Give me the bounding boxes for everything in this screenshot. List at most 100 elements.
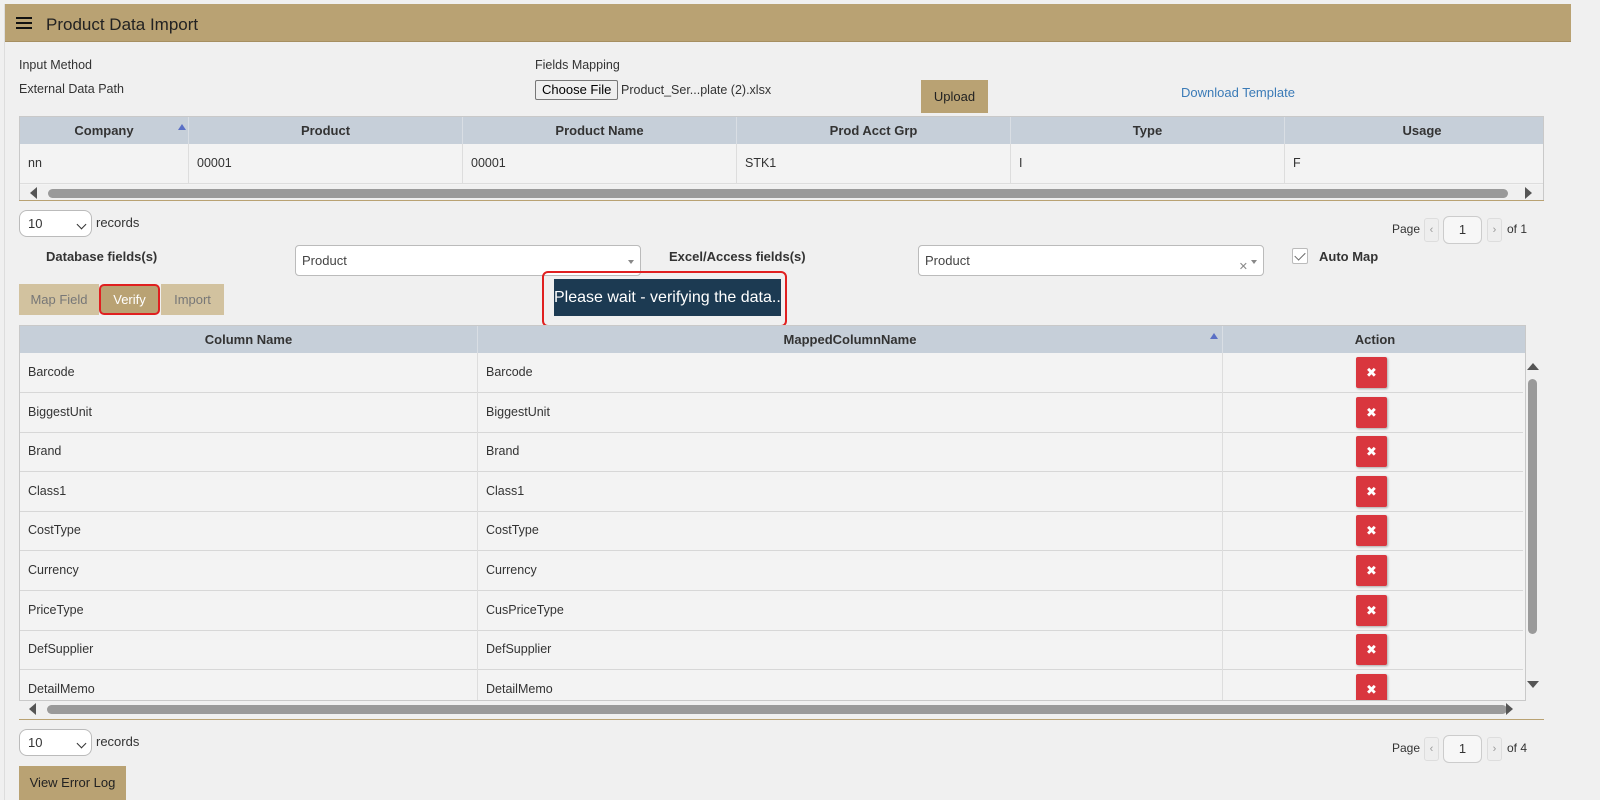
next-page-button[interactable]: › (1487, 218, 1502, 242)
table-row[interactable]: DefSupplier DefSupplier ✖ (20, 630, 1523, 671)
column-header-action: Action (1354, 332, 1396, 347)
scroll-right-icon[interactable] (1525, 187, 1532, 199)
cell-company: nn (20, 144, 189, 184)
page-number-input[interactable]: 1 (1443, 735, 1482, 763)
page-size-select[interactable]: 10 (19, 729, 92, 756)
scroll-down-icon[interactable] (1527, 681, 1539, 688)
mapped-vertical-scrollbar[interactable] (1526, 361, 1540, 696)
column-header-type[interactable]: Type (1011, 117, 1285, 144)
table-row[interactable]: Barcode Barcode ✖ (20, 353, 1523, 393)
cell-prod-acct-grp: STK1 (737, 144, 1011, 184)
title-bar: Product Data Import (5, 4, 1571, 42)
close-icon: ✖ (1366, 563, 1377, 578)
cell-column-name: Barcode (28, 365, 75, 379)
prev-page-button[interactable]: ‹ (1424, 218, 1439, 242)
scrollbar-thumb[interactable] (1528, 379, 1537, 634)
cell-usage: F (1293, 156, 1301, 170)
delete-mapping-button[interactable]: ✖ (1356, 515, 1387, 547)
records-label: records (96, 215, 140, 230)
cell-separator (1222, 551, 1223, 591)
cell-separator (477, 669, 478, 700)
map-field-button[interactable]: Map Field (19, 284, 99, 315)
column-header-company[interactable]: Company (20, 117, 189, 144)
cell-column-name: DetailMemo (28, 681, 95, 696)
table-row[interactable]: Currency Currency ✖ (20, 551, 1523, 591)
dropdown-arrow-icon (1251, 260, 1257, 264)
page-size-select[interactable]: 10 (19, 210, 92, 237)
download-template-link[interactable]: Download Template (1181, 85, 1295, 100)
wait-message: Please wait - verifying the data.... (554, 279, 781, 316)
cell-column-name: CostType (28, 523, 81, 538)
table-row[interactable]: Class1 Class1 ✖ (20, 471, 1523, 512)
mapped-horizontal-scrollbar[interactable] (19, 701, 1526, 717)
table-row[interactable]: nn 00001 00001 STK1 I F (20, 144, 1543, 184)
table-row[interactable]: DetailMemo DetailMemo ✖ (20, 669, 1523, 700)
cell-mapped-column-name: Barcode (486, 365, 533, 379)
menu-icon[interactable] (16, 17, 32, 29)
verify-button[interactable]: Verify (99, 284, 160, 315)
delete-mapping-button[interactable]: ✖ (1356, 436, 1387, 468)
column-header-prod-acct-grp[interactable]: Prod Acct Grp (737, 117, 1011, 144)
cell-product: 00001 (189, 144, 463, 184)
delete-mapping-button[interactable]: ✖ (1356, 396, 1387, 428)
table-row[interactable]: PriceType CusPriceType ✖ (20, 590, 1523, 631)
close-icon: ✖ (1366, 444, 1377, 460)
delete-mapping-button[interactable]: ✖ (1356, 475, 1387, 507)
preview-horizontal-scrollbar[interactable] (20, 185, 1543, 200)
next-page-button[interactable]: › (1487, 737, 1502, 761)
auto-map-checkbox[interactable] (1292, 248, 1308, 264)
scroll-up-icon[interactable] (1527, 363, 1539, 370)
column-header-product-name[interactable]: Product Name (463, 117, 737, 144)
page-label: Page (1392, 222, 1421, 236)
app-window: Product Data Import Input Method Externa… (4, 4, 1571, 800)
selected-file-name: Product_Ser...plate (2).xlsx (621, 83, 772, 97)
excel-fields-label: Excel/Access fields(s) (669, 249, 806, 264)
column-header-mapped-column-name[interactable]: MappedColumnName (478, 326, 1223, 353)
column-header-usage[interactable]: Usage (1285, 117, 1543, 144)
table-row[interactable]: Brand Brand ✖ (20, 432, 1523, 473)
close-icon: ✖ (1366, 404, 1377, 420)
delete-mapping-button[interactable]: ✖ (1356, 594, 1387, 626)
cell-separator (1222, 669, 1223, 700)
excel-field-value: Product (925, 253, 970, 268)
table-row[interactable]: BiggestUnit BiggestUnit ✖ (20, 392, 1523, 433)
cell-mapped-column-name: Brand (486, 444, 520, 459)
scrollbar-thumb[interactable] (48, 189, 1508, 198)
dropdown-arrow-icon (628, 260, 634, 264)
page-count-label: of 1 (1507, 222, 1528, 236)
cell-separator (477, 590, 478, 631)
clear-icon[interactable]: ✕ (1239, 253, 1248, 282)
cell-separator (477, 471, 478, 512)
cell-separator (477, 353, 478, 393)
auto-map-label: Auto Map (1319, 249, 1379, 264)
cell-mapped-column-name: Currency (486, 563, 537, 577)
cell-column-name: BiggestUnit (28, 404, 92, 419)
scroll-left-icon[interactable] (29, 703, 36, 715)
cell-separator (1222, 432, 1223, 473)
close-icon: ✖ (1366, 681, 1377, 697)
cell-type: I (1011, 144, 1285, 184)
column-header-product[interactable]: Product (189, 117, 463, 144)
column-header-column-name[interactable]: Column Name (20, 326, 478, 353)
delete-mapping-button[interactable]: ✖ (1356, 357, 1387, 388)
close-icon: ✖ (1366, 602, 1377, 618)
scroll-left-icon[interactable] (30, 187, 37, 199)
choose-file-button[interactable]: Choose File (535, 80, 619, 100)
import-button[interactable]: Import (161, 284, 224, 315)
scrollbar-thumb[interactable] (47, 705, 1507, 714)
cell-mapped-column-name: CusPriceType (486, 602, 564, 617)
cell-separator (1222, 590, 1223, 631)
delete-mapping-button[interactable]: ✖ (1356, 634, 1387, 666)
view-error-log-button[interactable]: View Error Log (19, 766, 126, 800)
mapped-rows: Barcode Barcode ✖ BiggestUnit BiggestUnit ✖ Br… (20, 353, 1525, 700)
scroll-right-icon[interactable] (1506, 703, 1513, 715)
table-row[interactable]: CostType CostType ✖ (20, 511, 1523, 552)
page-label: Page (1392, 741, 1421, 755)
prev-page-button[interactable]: ‹ (1424, 737, 1439, 761)
excel-field-select[interactable]: Product ✕ (918, 245, 1264, 276)
sort-asc-icon (178, 124, 186, 130)
delete-mapping-button[interactable]: ✖ (1356, 555, 1387, 586)
delete-mapping-button[interactable]: ✖ (1356, 673, 1387, 700)
page-number-input[interactable]: 1 (1443, 216, 1482, 244)
upload-button[interactable]: Upload (921, 80, 988, 113)
